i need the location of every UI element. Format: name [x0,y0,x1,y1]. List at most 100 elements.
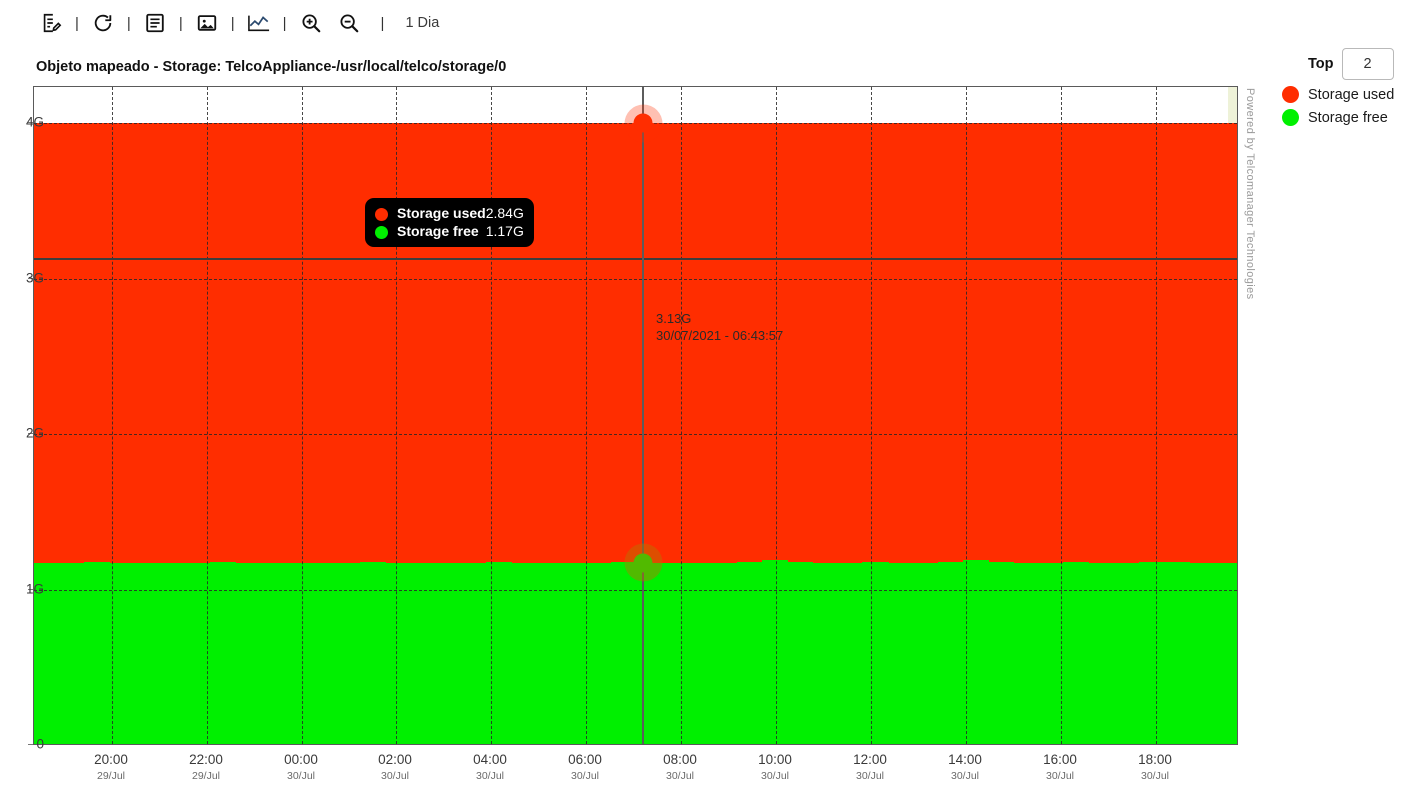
legend-item-storage-used[interactable]: Storage used [1282,86,1416,103]
x-axis-label: 18:00 30/Jul [1138,753,1172,783]
vertical-gridline [207,87,208,744]
toolbar-separator: | [282,14,287,32]
x-axis-date: 30/Jul [475,770,505,782]
legend-label: Storage free [1308,109,1388,126]
chart-title: Objeto mapeado - Storage: TelcoAppliance… [36,59,507,75]
tooltip-table: Storage used 2.84G Storage free 1.17G [375,204,524,240]
toolbar-separator: | [75,14,79,32]
tooltip-series-value: 2.84G [485,205,524,221]
y-axis-tick [28,744,33,745]
x-axis-label: 06:00 30/Jul [568,753,602,783]
x-axis-label: 08:00 30/Jul [663,753,697,783]
tooltip-series-dot [375,225,388,239]
y-axis-label: 0 [36,736,44,752]
vertical-gridline [491,87,492,744]
data-point-marker-storage-free[interactable] [633,553,653,573]
legend-panel: Top Storage used Storage free [1282,48,1416,126]
x-axis-label: 00:00 30/Jul [284,753,318,783]
series-step-storage-free [711,566,738,744]
x-axis-label: 20:00 29/Jul [94,753,128,783]
vertical-gridline [302,87,303,744]
x-axis-label: 22:00 29/Jul [189,753,223,783]
series-band-storage-used [34,123,1237,563]
vertical-gridline [966,87,967,744]
horizontal-gridline [34,589,1237,591]
legend-label: Storage used [1308,86,1395,103]
x-axis-time: 14:00 [948,752,982,767]
x-axis-time: 08:00 [663,752,697,767]
tooltip-series-value: 1.17G [485,223,524,239]
vertical-gridline [586,87,587,744]
x-axis-date: 30/Jul [1140,770,1170,782]
zoom-out-icon[interactable] [334,8,364,38]
x-axis-label: 04:00 30/Jul [473,753,507,783]
x-axis-date: 30/Jul [1045,770,1075,782]
zoom-in-icon[interactable] [296,8,326,38]
x-axis-time: 12:00 [853,752,887,767]
threshold-line [34,258,1237,261]
x-axis-time: 20:00 [94,752,128,767]
x-axis-time: 00:00 [284,752,318,767]
vertical-gridline [681,87,682,744]
image-icon[interactable] [192,8,222,38]
report-edit-icon[interactable] [36,8,66,38]
x-axis-label: 14:00 30/Jul [948,753,982,783]
crosshair-value: 3.13G [656,311,692,327]
y-axis-label: 3G [25,270,44,285]
x-axis-label: 16:00 30/Jul [1043,753,1077,783]
x-axis-time: 16:00 [1043,752,1077,767]
crosshair-annotation: 3.13G 30/07/2021 - 06:43:57 [656,310,783,344]
horizontal-gridline [34,434,1237,435]
chart-plot-area[interactable]: 3.13G 30/07/2021 - 06:43:57 [28,86,1238,745]
y-axis-label: 4G [25,114,44,130]
y-axis-label: 2G [25,425,44,441]
tooltip-row: Storage free 1.17G [375,222,524,240]
x-axis-label: 02:00 30/Jul [378,753,412,783]
vertical-gridline [871,87,872,744]
x-axis-date: 30/Jul [950,770,980,782]
watermark: Powered by Telcomanager Technologies [1244,88,1256,300]
x-axis-time: 10:00 [758,752,792,767]
x-axis-date: 30/Jul [760,770,790,782]
x-axis-date: 30/Jul [286,770,316,782]
vertical-gridline [396,87,397,744]
horizontal-gridline [34,278,1237,280]
tooltip-series-dot [375,207,388,221]
x-axis-date: 30/Jul [665,770,695,782]
x-axis-label: 12:00 30/Jul [853,753,887,783]
chart-tooltip: Storage used 2.84G Storage free 1.17G [365,198,534,247]
x-axis-time: 18:00 [1138,752,1172,767]
vertical-gridline [1156,87,1157,744]
toolbar-separator: | [178,14,183,32]
x-axis-time: 02:00 [378,752,412,767]
data-point-marker-storage-used[interactable] [633,113,653,133]
x-axis-label: 10:00 30/Jul [758,753,792,783]
tooltip-series-name: Storage used [397,205,486,221]
toolbar-separator: | [380,14,385,32]
vertical-gridline [112,87,113,744]
x-axis-date: 30/Jul [855,770,885,782]
x-axis-date: 30/Jul [570,770,600,782]
refresh-icon[interactable] [88,8,118,38]
tooltip-series-name: Storage free [397,223,479,239]
crosshair-time: 30/07/2021 - 06:43:57 [656,328,784,344]
toolbar-separator: | [230,14,235,32]
plot-frame: 3.13G 30/07/2021 - 06:43:57 [33,86,1238,745]
legend-items: Storage used Storage free [1282,86,1416,126]
x-axis-date: 29/Jul [96,770,126,782]
legend-item-storage-free[interactable]: Storage free [1282,109,1416,126]
series-step-storage-free [159,564,186,744]
vertical-gridline [776,87,777,744]
line-chart-icon[interactable] [244,8,274,38]
vertical-gridline [1061,87,1062,744]
top-input[interactable] [1341,48,1394,80]
x-axis-time: 04:00 [473,752,507,767]
list-icon[interactable] [140,8,170,38]
x-axis-date: 29/Jul [191,770,221,782]
legend-color-dot [1282,109,1299,126]
y-axis-label: 1G [25,581,44,596]
tooltip-row: Storage used 2.84G [375,204,524,222]
period-label[interactable]: 1 Dia [405,15,439,31]
series-step-storage-free [410,564,437,744]
x-axis-time: 22:00 [189,752,223,767]
